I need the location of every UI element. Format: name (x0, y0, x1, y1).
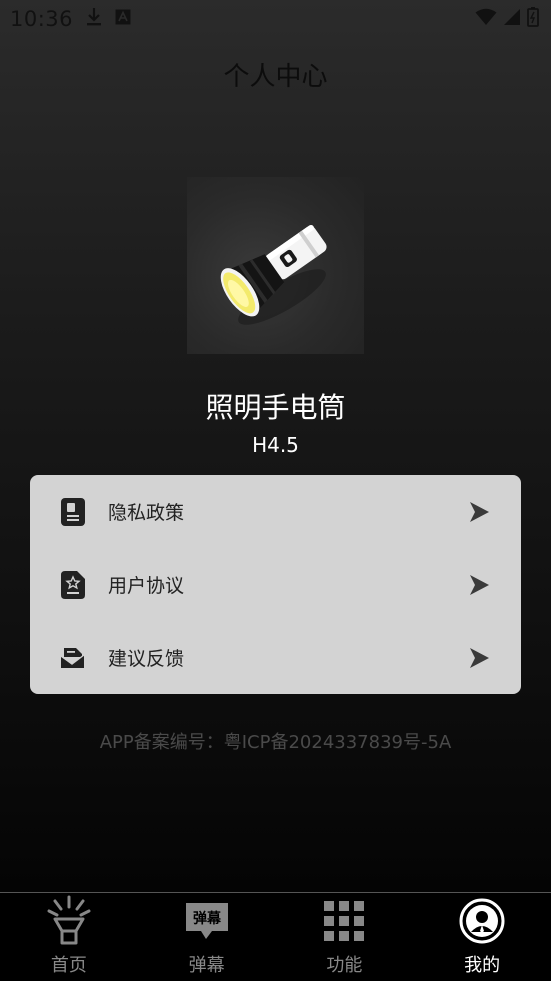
danmaku-icon-text: 弹幕 (193, 910, 222, 927)
wifi-icon (475, 8, 497, 30)
tab-mine[interactable]: 我的 (413, 893, 551, 981)
app-name: 照明手电筒 (205, 391, 346, 424)
bottom-tab-bar: 首页 弹幕 弹幕 功能 我的 (0, 892, 551, 981)
danmaku-icon: 弹幕 (183, 897, 231, 945)
tab-label: 功能 (326, 955, 363, 976)
flashlight-logo-icon (187, 177, 364, 354)
flashlight-icon (45, 895, 93, 945)
menu-item-label: 用户协议 (108, 575, 185, 597)
status-time: 10:36 (10, 7, 74, 31)
status-bar: 10:36 (0, 0, 551, 38)
tab-functions[interactable]: 功能 (276, 893, 414, 981)
user-agreement-icon (60, 570, 86, 599)
status-right (475, 7, 539, 31)
tab-label: 我的 (464, 955, 501, 976)
privacy-document-icon (60, 497, 86, 526)
menu-item-privacy-policy[interactable]: 隐私政策 (30, 475, 521, 548)
a-badge-icon (115, 9, 131, 29)
download-icon (85, 7, 103, 31)
grid-icon (320, 897, 368, 945)
chevron-right-icon (467, 572, 493, 598)
menu-item-feedback[interactable]: 建议反馈 (30, 621, 521, 694)
chevron-right-icon (467, 645, 493, 671)
signal-icon (503, 8, 521, 30)
chevron-right-icon (467, 499, 493, 525)
tab-danmaku[interactable]: 弹幕 弹幕 (138, 893, 276, 981)
menu-item-label: 建议反馈 (108, 648, 185, 670)
feedback-mail-icon (60, 644, 86, 672)
battery-icon (527, 7, 539, 31)
menu-card: 隐私政策 用户协议 建议反馈 (30, 475, 521, 694)
tab-home[interactable]: 首页 (0, 893, 138, 981)
app-version: H4.5 (252, 433, 299, 457)
menu-item-user-agreement[interactable]: 用户协议 (30, 548, 521, 621)
status-left: 10:36 (10, 7, 131, 31)
profile-icon (458, 897, 506, 945)
menu-item-label: 隐私政策 (108, 502, 185, 524)
tab-label: 弹幕 (188, 955, 225, 976)
icp-registration-text: APP备案编号：粤ICP备2024337839号-5A (99, 732, 452, 753)
page-title: 个人中心 (223, 62, 328, 92)
tab-label: 首页 (50, 955, 87, 976)
